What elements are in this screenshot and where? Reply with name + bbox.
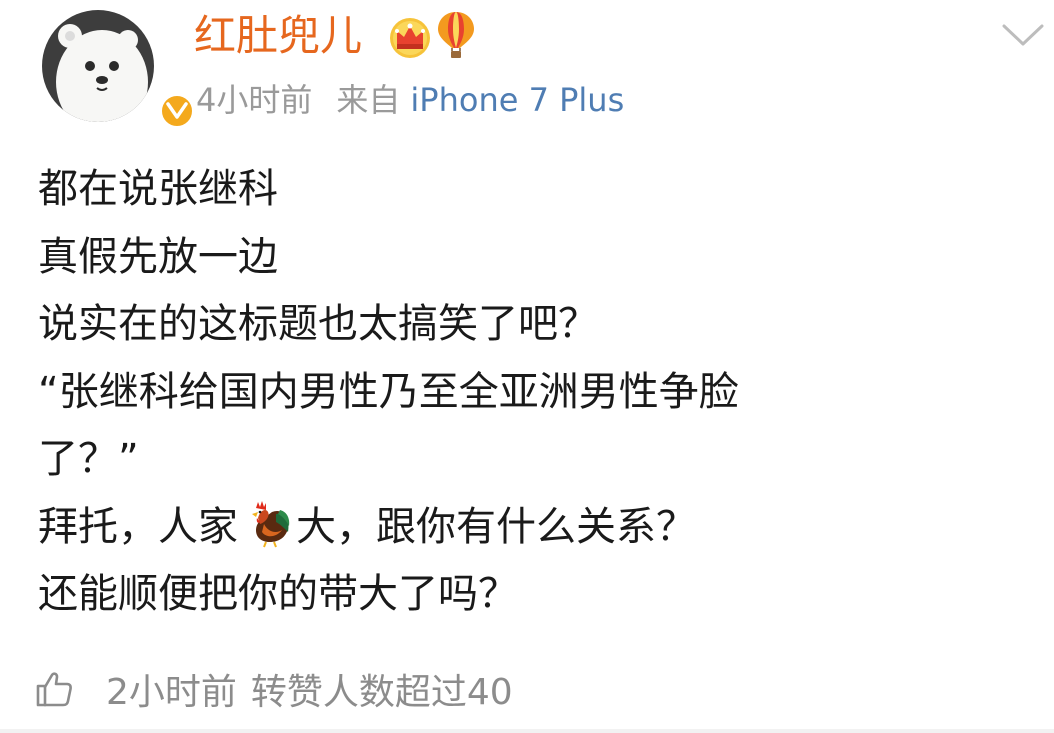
polar-bear-avatar-icon: [42, 10, 154, 122]
content-line: 还能顺便把你的带大了吗？: [38, 571, 518, 617]
chevron-down-icon[interactable]: [1000, 20, 1046, 50]
post-meta: 4小时前 来自 iPhone 7 Plus: [196, 78, 624, 122]
likes-summary[interactable]: 转赞人数超过40: [251, 663, 513, 715]
source-device-link[interactable]: iPhone 7 Plus: [410, 81, 624, 119]
post-content: 都在说张继科 真假先放一边 说实在的这标题也太搞笑了吧？ “张继科给国内男性乃至…: [38, 156, 1018, 629]
content-line: 都在说张继科: [38, 166, 278, 212]
thumbs-up-icon[interactable]: [34, 669, 74, 709]
weibo-post: 红肚兜儿 4小时前 来自 iPhone 7 Plus 都在说张继科 真假先放一边 说…: [0, 0, 1054, 733]
avatar[interactable]: [42, 10, 196, 130]
footer-time: 2小时前: [106, 672, 237, 713]
content-text: 大，跟你有什么关系？: [296, 503, 696, 550]
post-footer: 2小时前 转赞人数超过40: [34, 664, 513, 714]
content-line: 说实在的这标题也太搞笑了吧？: [38, 301, 598, 347]
rooster-icon: [252, 500, 290, 547]
crown-icon: [390, 18, 430, 58]
author-name[interactable]: 红肚兜儿: [194, 8, 362, 64]
content-line: 了？”: [38, 436, 139, 482]
content-line: 真假先放一边: [38, 233, 278, 280]
content-line: “张继科给国内男性乃至全亚洲男性争脸: [38, 368, 739, 415]
verified-icon: [158, 92, 196, 130]
source-prefix: 来自: [336, 81, 401, 119]
post-time: 4小时前: [196, 81, 313, 119]
balloon-icon: [438, 12, 474, 58]
content-line: 拜托，人家 大，跟你有什么关系？: [38, 494, 1018, 562]
content-text: 拜托，人家: [38, 503, 238, 550]
divider: [0, 729, 1054, 733]
